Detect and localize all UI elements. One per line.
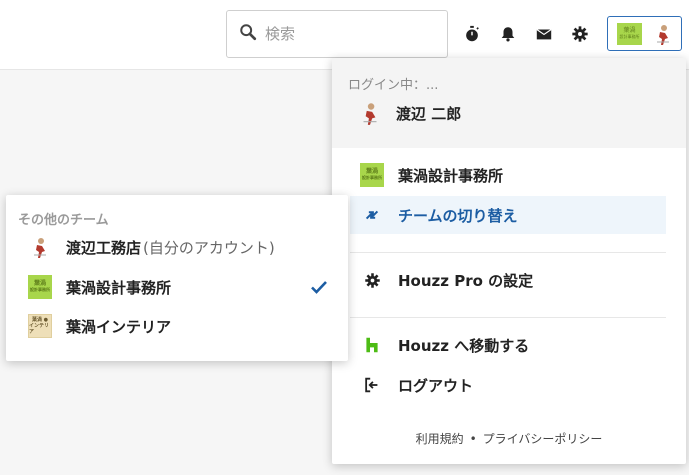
account-dropdown: ログイン中：... 渡辺 二郎 葉渦 設計事務所 葉渦設計事務所 チームの切り替… — [332, 58, 686, 464]
other-teams-title: その他のチーム — [18, 213, 109, 228]
logout-label: ログアウト — [398, 376, 474, 395]
divider — [350, 252, 666, 253]
go-houzz-item[interactable]: Houzz へ移動する — [350, 326, 666, 364]
current-user: 渡辺 二郎 — [358, 100, 461, 126]
privacy-link[interactable]: プライバシーポリシー — [483, 432, 603, 446]
dropdown-header: ログイン中：... 渡辺 二郎 — [332, 58, 686, 148]
bell-icon[interactable] — [498, 24, 518, 44]
divider — [350, 317, 666, 318]
team-item-label: 葉渦インテリア — [66, 317, 172, 336]
switch-arrows-icon — [360, 203, 384, 227]
account-menu-button[interactable]: 葉渦 設計事務所 — [607, 16, 682, 51]
current-team-label: 葉渦設計事務所 — [398, 166, 504, 185]
timer-icon[interactable] — [462, 24, 482, 44]
other-teams-panel: その他のチーム 渡辺工務店 (自分のアカウント) 葉渦 設計事務所 葉渦設計事務所… — [6, 195, 348, 361]
team-item-label: 渡辺工務店 (自分のアカウント) — [66, 238, 275, 257]
terms-link[interactable]: 利用規約 — [416, 432, 464, 446]
user-avatar — [28, 235, 52, 259]
search-icon — [239, 23, 257, 45]
current-team-item[interactable]: 葉渦 設計事務所 葉渦設計事務所 — [350, 156, 666, 194]
team-item-youka-interior[interactable]: 葉渦 ● インテリア 葉渦インテリア — [28, 309, 328, 343]
footer-separator: • — [469, 432, 477, 446]
dropdown-footer: 利用規約 • プライバシーポリシー — [332, 430, 686, 447]
gear-icon — [360, 268, 384, 292]
mail-icon[interactable] — [534, 24, 554, 44]
user-avatar — [358, 100, 382, 126]
settings-item[interactable]: Houzz Pro の設定 — [350, 261, 666, 299]
user-name: 渡辺 二郎 — [396, 104, 462, 123]
user-avatar — [652, 21, 674, 46]
search-box[interactable] — [226, 10, 448, 58]
logout-icon — [360, 373, 384, 397]
team-logo: 葉渦 ● インテリア — [28, 314, 52, 338]
go-houzz-label: Houzz へ移動する — [398, 336, 530, 355]
team-item-label: 葉渦設計事務所 — [66, 278, 172, 297]
own-account-suffix: (自分のアカウント) — [143, 238, 275, 257]
search-input[interactable] — [265, 25, 435, 43]
switch-team-label: チームの切り替え — [398, 206, 518, 225]
team-logo: 葉渦 設計事務所 — [28, 275, 52, 299]
gear-icon[interactable] — [570, 24, 590, 44]
team-item-youka-design[interactable]: 葉渦 設計事務所 葉渦設計事務所 — [28, 270, 328, 304]
houzz-logo-icon — [360, 333, 384, 357]
switch-team-item[interactable]: チームの切り替え — [350, 196, 666, 234]
logout-item[interactable]: ログアウト — [350, 366, 666, 404]
checkmark-icon — [310, 279, 328, 295]
team-logo: 葉渦 設計事務所 — [617, 22, 642, 45]
team-item-watanabe[interactable]: 渡辺工務店 (自分のアカウント) — [28, 230, 328, 264]
login-label: ログイン中：... — [348, 78, 439, 93]
team-logo: 葉渦 設計事務所 — [360, 163, 384, 187]
settings-label: Houzz Pro の設定 — [398, 271, 534, 290]
